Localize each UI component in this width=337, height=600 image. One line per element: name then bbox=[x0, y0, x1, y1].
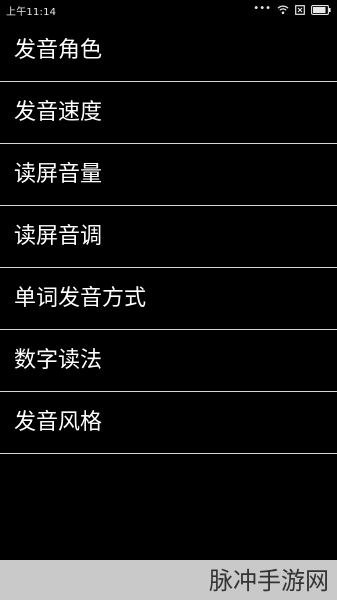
menu-item-label: 读屏音调 bbox=[14, 223, 103, 249]
battery-icon bbox=[311, 5, 331, 15]
menu-item-speech-speed[interactable]: 发音速度 bbox=[0, 82, 337, 144]
menu-item-word-pronunciation[interactable]: 单词发音方式 bbox=[0, 268, 337, 330]
more-dots-icon: ••• bbox=[253, 3, 271, 14]
menu-item-voice-role[interactable]: 发音角色 bbox=[0, 20, 337, 82]
menu-item-number-reading[interactable]: 数字读法 bbox=[0, 330, 337, 392]
menu-item-label: 单词发音方式 bbox=[14, 285, 147, 311]
status-time: 上午11:14 bbox=[6, 6, 57, 18]
menu-item-reader-volume[interactable]: 读屏音量 bbox=[0, 144, 337, 206]
status-bar: 上午11:14 ••• bbox=[0, 0, 337, 20]
status-icons: ••• bbox=[253, 3, 331, 15]
menu-item-label: 发音速度 bbox=[14, 99, 103, 125]
menu-item-label: 发音风格 bbox=[14, 409, 103, 435]
menu-item-label: 发音角色 bbox=[14, 37, 103, 63]
settings-menu-list: 发音角色 发音速度 读屏音量 读屏音调 单词发音方式 数字读法 发音风格 bbox=[0, 20, 337, 454]
menu-item-reader-pitch[interactable]: 读屏音调 bbox=[0, 206, 337, 268]
wifi-icon bbox=[277, 5, 289, 15]
menu-item-voice-style[interactable]: 发音风格 bbox=[0, 392, 337, 454]
menu-item-label: 数字读法 bbox=[14, 347, 103, 373]
notification-icon bbox=[295, 5, 305, 15]
screen: 上午11:14 ••• 发音角色 发音速度 读屏音量 读屏音调 单词发音方式 数… bbox=[0, 0, 337, 600]
watermark-text: 脉冲手游网 bbox=[209, 567, 329, 595]
menu-item-label: 读屏音量 bbox=[14, 161, 103, 187]
